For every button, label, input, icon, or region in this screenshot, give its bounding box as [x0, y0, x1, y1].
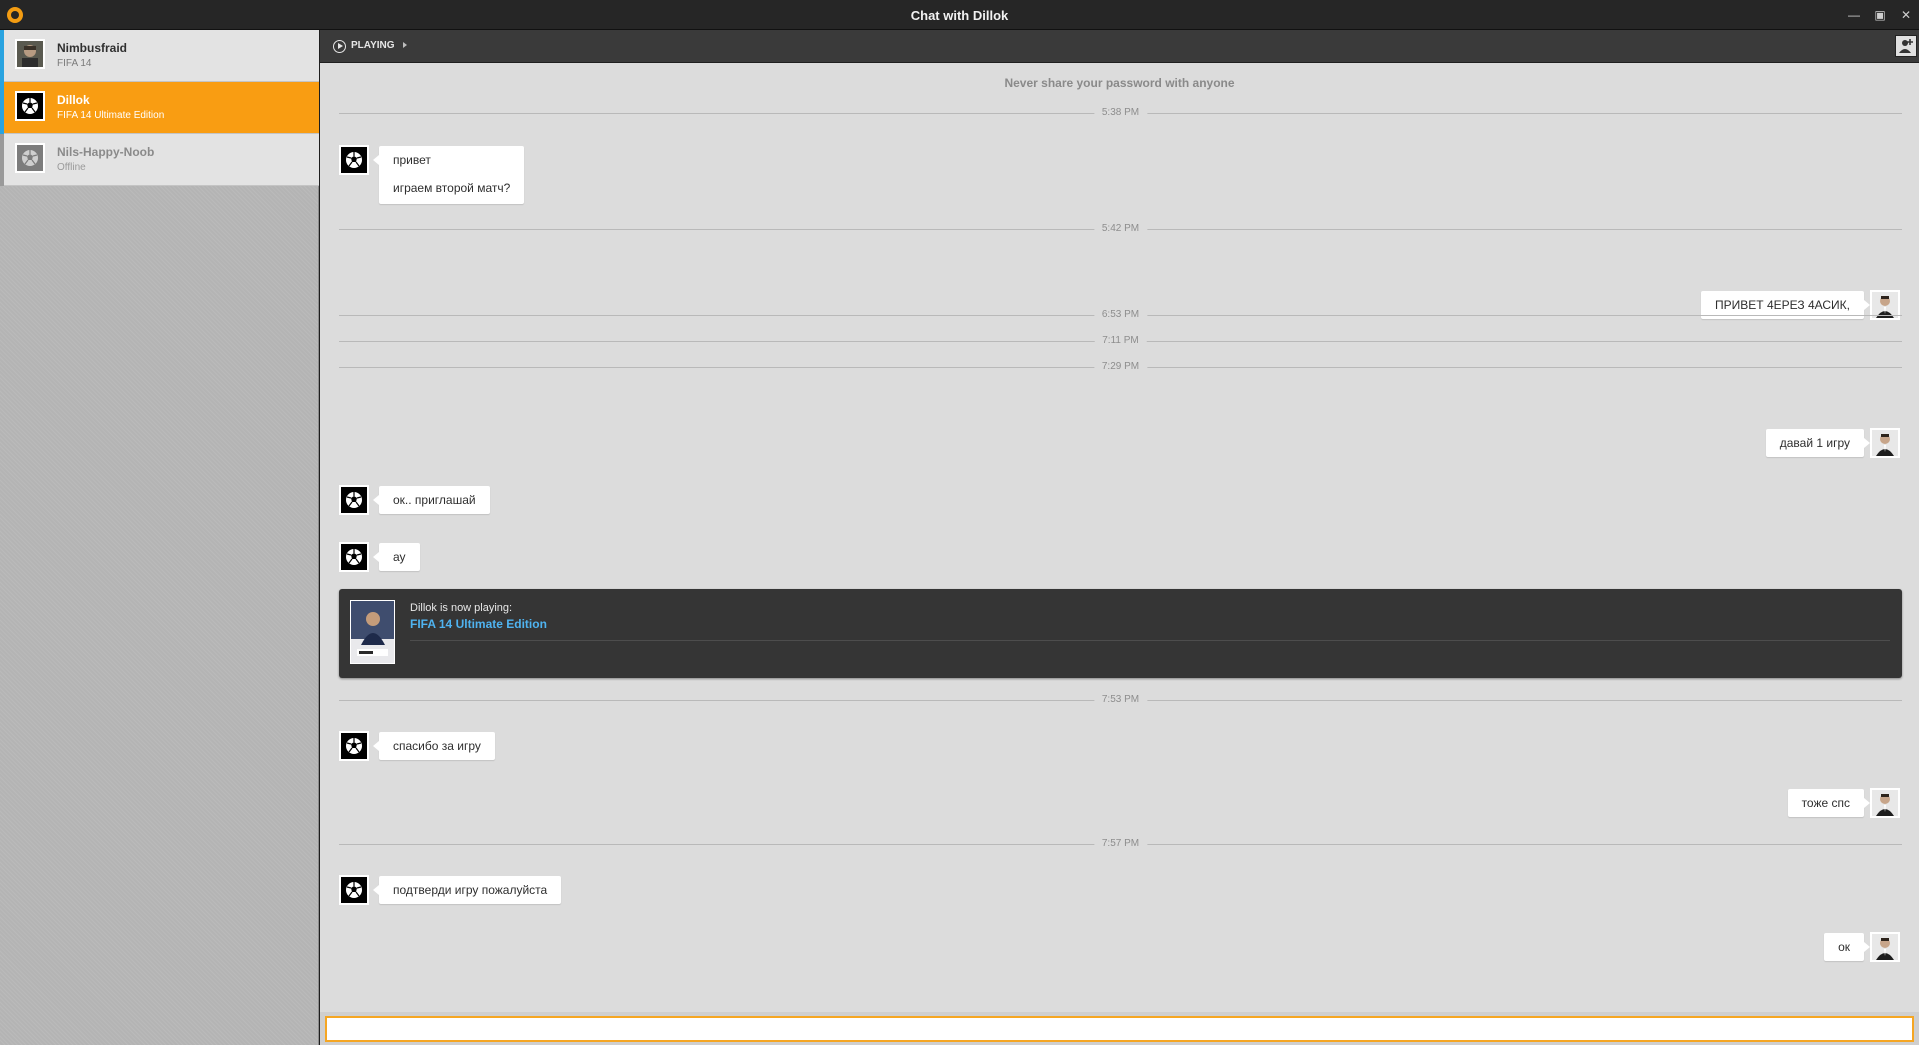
- online-indicator: [0, 30, 4, 82]
- security-notice: Never share your password with anyone: [1004, 76, 1235, 90]
- now-playing-card: Dillok is now playing: FIFA 14 Ultimate …: [339, 589, 1902, 678]
- game-boxart-image[interactable]: [350, 600, 395, 664]
- contact-nils-happy-noob[interactable]: Nils-Happy-Noob Offline: [0, 134, 319, 186]
- message-bubble: подтверди игру пожалуйста: [372, 876, 562, 904]
- user-photo-avatar: [1870, 932, 1900, 962]
- add-friend-icon[interactable]: [1895, 35, 1917, 57]
- message-bubble: тоже спс: [1787, 789, 1871, 817]
- timestamp-label: 6:53 PM: [1093, 309, 1148, 321]
- chat-main: PLAYING Never share your password with a…: [320, 30, 1919, 1045]
- message-bubble: ок: [1824, 933, 1870, 961]
- contact-name: Dillok: [57, 93, 90, 107]
- message-bubble: ау: [373, 543, 420, 571]
- timestamp-label: 5:38 PM: [1093, 107, 1148, 119]
- timestamp-divider: 7:29 PM: [339, 361, 1902, 373]
- offline-indicator: [0, 134, 4, 186]
- message-input[interactable]: [325, 1016, 1914, 1042]
- playing-label[interactable]: PLAYING: [351, 40, 395, 51]
- message-bubble: привет играем второй матч?: [372, 146, 525, 204]
- user-photo-avatar: [1870, 428, 1900, 458]
- soccer-ball-avatar: [15, 143, 45, 173]
- chevron-right-icon[interactable]: [403, 42, 407, 48]
- timestamp-divider: 5:42 PM: [339, 223, 1902, 235]
- soccer-ball-avatar: [339, 145, 369, 175]
- now-playing-game-link[interactable]: FIFA 14 Ultimate Edition: [410, 617, 547, 631]
- message-bubble: спасибо за игру: [373, 732, 495, 760]
- soccer-ball-avatar: [339, 485, 369, 515]
- now-playing-label: Dillok is now playing:: [410, 602, 513, 614]
- timestamp-divider: 7:53 PM: [339, 694, 1902, 706]
- chat-history[interactable]: Never share your password with anyone 5:…: [320, 64, 1919, 1012]
- timestamp-label: 7:29 PM: [1093, 361, 1148, 373]
- timestamp-divider: 7:57 PM: [339, 838, 1902, 850]
- soccer-ball-avatar: [339, 731, 369, 761]
- close-button[interactable]: ✕: [1896, 5, 1916, 25]
- contact-name: Nimbusfraid: [57, 41, 128, 55]
- user-photo-avatar: [1870, 788, 1900, 818]
- timestamp-label: 7:57 PM: [1093, 838, 1148, 850]
- timestamp-label: 5:42 PM: [1093, 223, 1148, 235]
- message-bubble: давай 1 игру: [1765, 429, 1871, 457]
- chat-toolbar: PLAYING: [320, 30, 1919, 63]
- timestamp-label: 7:53 PM: [1093, 694, 1148, 706]
- title-bar: Chat with Dillok — ▣ ✕: [0, 0, 1919, 30]
- minimize-button[interactable]: —: [1844, 5, 1864, 25]
- soccer-ball-avatar: [339, 875, 369, 905]
- chat-window: Chat with Dillok — ▣ ✕ Nimbusfraid FIFA …: [0, 0, 1919, 1045]
- contact-status: FIFA 14: [57, 58, 92, 69]
- contact-name: Nils-Happy-Noob: [57, 145, 155, 159]
- soccer-ball-avatar: [339, 542, 369, 572]
- timestamp-divider: 6:53 PM: [339, 309, 1902, 321]
- play-icon[interactable]: [333, 40, 346, 53]
- message-text: привет: [393, 153, 431, 167]
- contact-status: Offline: [57, 162, 86, 173]
- message-bubble: ок.. приглашай: [373, 486, 490, 514]
- user-photo-avatar: [15, 39, 45, 69]
- maximize-button[interactable]: ▣: [1870, 5, 1890, 25]
- message-text: играем второй матч?: [393, 181, 511, 195]
- window-title: Chat with Dillok: [910, 8, 1009, 23]
- contact-status: FIFA 14 Ultimate Edition: [57, 110, 165, 121]
- soccer-ball-avatar: [15, 91, 45, 121]
- friends-sidebar: Nimbusfraid FIFA 14 Dillok FIFA 14 Ultim…: [0, 30, 319, 1045]
- contact-nimbusfraid[interactable]: Nimbusfraid FIFA 14: [0, 30, 319, 82]
- online-indicator: [0, 82, 4, 134]
- timestamp-divider: 5:38 PM: [339, 107, 1902, 119]
- timestamp-label: 7:11 PM: [1094, 335, 1147, 347]
- timestamp-divider: 7:11 PM: [339, 335, 1902, 347]
- message-input-area: [320, 1012, 1919, 1045]
- contact-dillok[interactable]: Dillok FIFA 14 Ultimate Edition: [0, 82, 319, 134]
- card-divider: [410, 640, 1890, 641]
